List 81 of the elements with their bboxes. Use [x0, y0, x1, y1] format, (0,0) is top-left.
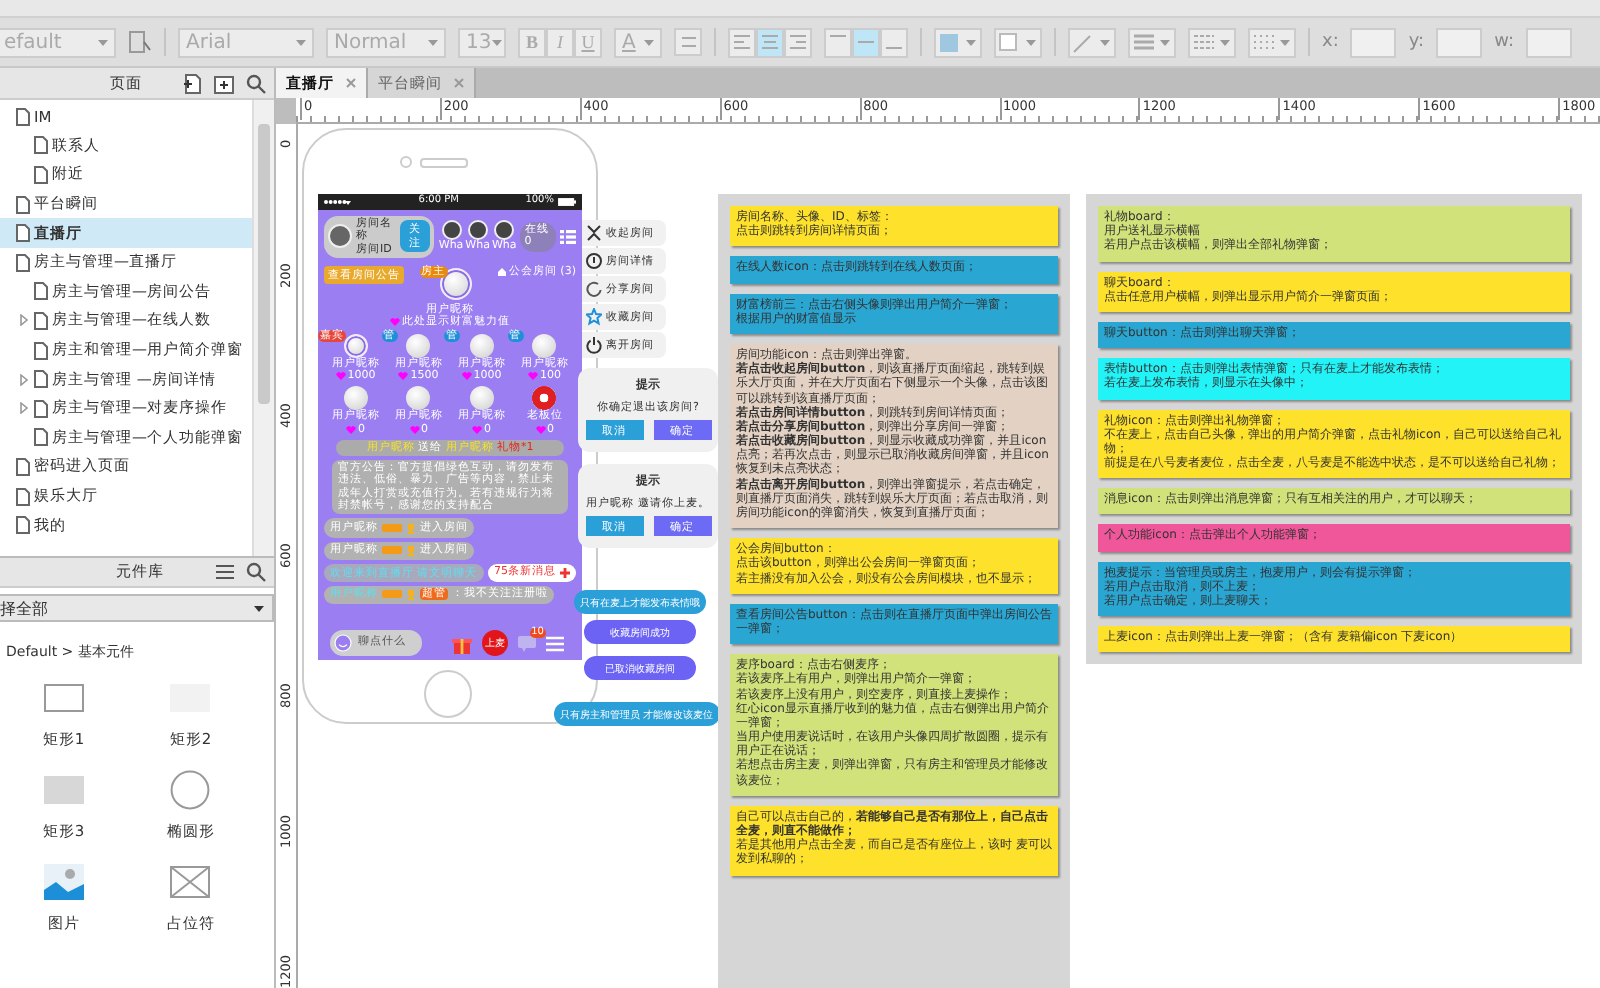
heart-icon [346, 425, 356, 434]
caret-icon [491, 39, 502, 45]
rectangle-icon[interactable] [43, 770, 84, 810]
info-icon [586, 252, 602, 270]
menu-icon[interactable] [216, 564, 234, 580]
trophy-icon [406, 589, 416, 600]
share-icon [586, 280, 602, 298]
signal-icon [324, 198, 352, 206]
heart-icon [409, 425, 419, 434]
expand-arrow-icon[interactable] [20, 402, 28, 415]
caret-icon [644, 39, 654, 45]
heart-icon [528, 372, 538, 381]
rectangle-icon[interactable] [43, 678, 84, 718]
align-button[interactable] [728, 27, 756, 57]
valign-button[interactable] [880, 27, 908, 57]
seat[interactable] [343, 333, 368, 358]
fill-color-icon[interactable] [934, 27, 982, 57]
collapse-icon [586, 224, 602, 242]
expand-arrow-icon[interactable] [20, 314, 28, 327]
shadow-icon[interactable] [994, 27, 1042, 57]
avatar[interactable] [441, 220, 462, 241]
bullet-list-icon[interactable] [674, 28, 702, 56]
search-icon[interactable] [246, 562, 266, 582]
field-label: x: [1322, 32, 1339, 52]
circle-icon[interactable] [170, 770, 211, 810]
caret-icon [428, 39, 438, 45]
emoji-icon[interactable] [334, 634, 352, 652]
star-icon [586, 308, 602, 326]
caret-icon [254, 605, 264, 611]
seat[interactable] [406, 386, 431, 411]
line-style-icon[interactable] [1188, 27, 1236, 57]
avatar [328, 224, 352, 249]
plus-icon [560, 567, 570, 578]
heart-icon [472, 425, 482, 434]
add-page-icon[interactable] [182, 73, 202, 93]
heart-icon [461, 372, 472, 381]
list-icon[interactable] [560, 229, 576, 244]
message-icon[interactable] [518, 635, 536, 651]
arrow-style-icon[interactable] [1248, 27, 1296, 57]
field-label: w: [1494, 32, 1514, 52]
caret-icon [296, 39, 306, 45]
search-icon[interactable] [246, 73, 266, 93]
heart-icon [398, 372, 409, 381]
boss-seat[interactable] [532, 386, 557, 411]
valign-button[interactable] [824, 27, 852, 57]
input-field[interactable] [1436, 27, 1483, 57]
home-button[interactable] [424, 670, 472, 718]
format-painter-icon[interactable] [128, 30, 152, 54]
seat[interactable] [343, 386, 368, 411]
image-icon[interactable] [43, 862, 84, 902]
seat[interactable] [469, 386, 494, 411]
placeholder-icon[interactable] [170, 862, 211, 902]
align-button[interactable] [756, 27, 784, 57]
seat[interactable] [532, 333, 557, 358]
battery-icon [557, 198, 576, 206]
heart-icon [390, 318, 400, 327]
avatar[interactable] [494, 220, 515, 241]
library-dropdown[interactable]: 择全部 [0, 594, 274, 622]
input-field[interactable] [1525, 27, 1572, 57]
field-label: y: [1408, 32, 1425, 52]
input-field[interactable] [1350, 27, 1397, 57]
avatar[interactable] [467, 220, 488, 241]
seat[interactable] [469, 333, 494, 358]
heart-icon [335, 372, 346, 381]
align-button[interactable] [784, 27, 812, 57]
close-icon[interactable] [454, 78, 464, 88]
trophy-icon [406, 545, 416, 556]
heart-icon [535, 425, 545, 434]
house-icon [498, 268, 507, 277]
power-icon [586, 336, 602, 354]
line-color-icon[interactable] [1068, 27, 1116, 57]
caret-icon [98, 39, 108, 45]
line-weight-icon[interactable] [1128, 27, 1176, 57]
seat[interactable] [406, 333, 431, 358]
expand-arrow-icon[interactable] [20, 373, 28, 386]
valign-button[interactable] [852, 27, 880, 57]
gift-icon[interactable] [452, 633, 472, 653]
add-folder-icon[interactable] [214, 73, 234, 93]
close-icon[interactable] [346, 78, 356, 88]
trophy-icon [406, 523, 416, 534]
scrollbar[interactable] [252, 100, 274, 556]
